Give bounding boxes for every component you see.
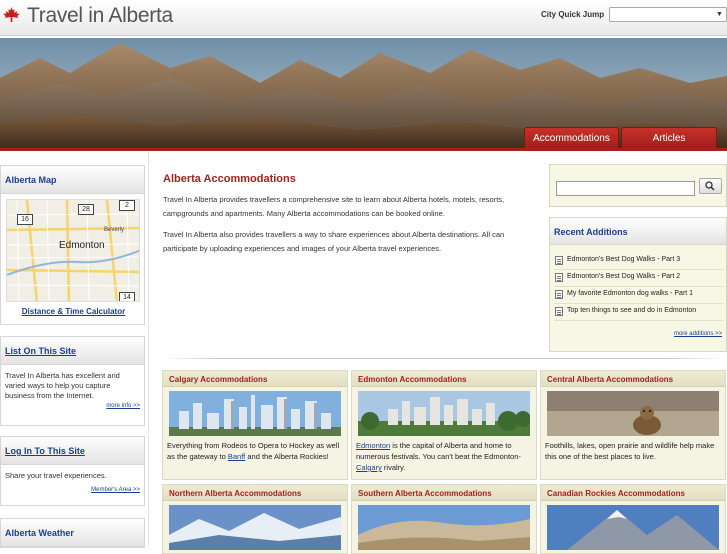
recent-additions-box: Recent Additions Edmonton's Best Dog Wal… <box>549 217 727 352</box>
search-input[interactable] <box>556 181 695 196</box>
chevron-down-icon: ▼ <box>716 11 723 18</box>
canadian-rockies-image[interactable] <box>547 505 719 550</box>
central-alberta-card-text: Foothills, lakes, open prairie and wildl… <box>545 441 715 461</box>
login-title[interactable]: Log In To This Site <box>1 437 144 465</box>
central-alberta-card: Central Alberta Accommodations Foothills… <box>540 370 726 480</box>
share-paragraph: Travel In Alberta also provides travelle… <box>163 230 505 253</box>
alberta-map-title: Alberta Map <box>1 166 144 194</box>
southern-alberta-card: Southern Alberta Accommodations <box>351 484 537 554</box>
weather-box: Alberta Weather <box>0 518 145 548</box>
intro-paragraph: Travel In Alberta provides travellers a … <box>163 195 505 218</box>
calgary-card: Calgary Accommodations Everything from R… <box>162 370 348 480</box>
more-info-link[interactable]: more info >> <box>1 401 144 409</box>
edmonton-card-title[interactable]: Edmonton Accommodations <box>352 371 536 387</box>
weather-title: Alberta Weather <box>1 519 144 547</box>
list-on-site-text: Travel In Alberta has excellent and vari… <box>5 371 120 400</box>
banner-divider <box>0 148 727 151</box>
edmonton-link[interactable]: Edmonton <box>356 441 390 450</box>
southern-alberta-image[interactable] <box>358 505 530 550</box>
list-on-site-title[interactable]: List On This Site <box>1 337 144 365</box>
tab-accommodations[interactable]: Accommodations <box>524 127 619 149</box>
more-additions-link[interactable]: more additions >> <box>674 331 722 337</box>
map-label-place: Beverly <box>104 227 125 233</box>
recent-additions-title: Recent Additions <box>550 218 726 245</box>
central-alberta-card-title[interactable]: Central Alberta Accommodations <box>541 371 725 387</box>
banff-link[interactable]: Banff <box>228 452 245 461</box>
calgary-card-text: Everything from Rodeos to Opera to Hocke… <box>167 441 340 461</box>
southern-alberta-card-title[interactable]: Southern Alberta Accommodations <box>352 485 536 501</box>
recent-item[interactable]: Top ten things to see and do in Edmonton <box>554 304 724 321</box>
recent-item[interactable]: Edmonton's Best Dog Walks - Part 2 <box>554 270 724 287</box>
alberta-map[interactable]: 16 28 2 14 Edmonton Beverly <box>6 199 140 302</box>
distance-calculator-link[interactable]: Distance & Time Calculator <box>1 307 146 316</box>
tab-articles[interactable]: Articles <box>621 127 717 149</box>
edmonton-skyline-image[interactable] <box>358 391 530 436</box>
calgary-skyline-image[interactable] <box>169 391 341 436</box>
search-icon <box>705 181 715 191</box>
highway-2-shield: 2 <box>119 200 135 211</box>
highway-14-shield: 14 <box>119 292 135 301</box>
document-icon <box>555 256 563 265</box>
document-icon <box>555 290 563 299</box>
section-divider <box>160 358 727 359</box>
recent-item[interactable]: My favorite Edmonton dog walks - Part 1 <box>554 287 724 304</box>
map-label-city: Edmonton <box>59 240 105 251</box>
calgary-link[interactable]: Calgary <box>356 463 382 472</box>
highway-16-shield: 16 <box>17 214 33 225</box>
northern-alberta-card-title[interactable]: Northern Alberta Accommodations <box>163 485 347 501</box>
northern-alberta-image[interactable] <box>169 505 341 550</box>
northern-alberta-card: Northern Alberta Accommodations <box>162 484 348 554</box>
site-header: Travel in Alberta City Quick Jump ▼ <box>0 0 727 36</box>
gopher-image[interactable] <box>547 391 719 436</box>
column-divider <box>148 152 149 545</box>
members-area-link[interactable]: Member's Area >> <box>1 481 144 493</box>
edmonton-card-text: Edmonton is the capital of Alberta and h… <box>356 441 521 472</box>
list-on-site-box: List On This Site Travel In Alberta has … <box>0 336 145 426</box>
document-icon <box>555 273 563 282</box>
login-text: Share your travel experiences. <box>5 471 107 480</box>
edmonton-card: Edmonton Accommodations Edmonton is the … <box>351 370 537 480</box>
search-button[interactable] <box>699 178 722 194</box>
canadian-rockies-card-title[interactable]: Canadian Rockies Accommodations <box>541 485 725 501</box>
city-quick-jump-label: City Quick Jump <box>541 10 605 19</box>
alberta-map-box: Alberta Map 16 28 2 14 Edmonton Beverly … <box>0 165 145 325</box>
login-box: Log In To This Site Share your travel ex… <box>0 436 145 506</box>
highway-28-shield: 28 <box>78 204 94 215</box>
document-icon <box>555 307 563 316</box>
site-title[interactable]: Travel in Alberta <box>27 4 173 28</box>
calgary-card-title[interactable]: Calgary Accommodations <box>163 371 347 387</box>
city-quick-jump-select[interactable]: ▼ <box>609 7 727 22</box>
search-box <box>549 164 727 207</box>
recent-item[interactable]: Edmonton's Best Dog Walks - Part 3 <box>554 253 724 270</box>
maple-leaf-icon <box>3 7 20 22</box>
page-title: Alberta Accommodations <box>163 173 296 185</box>
canadian-rockies-card: Canadian Rockies Accommodations <box>540 484 726 554</box>
